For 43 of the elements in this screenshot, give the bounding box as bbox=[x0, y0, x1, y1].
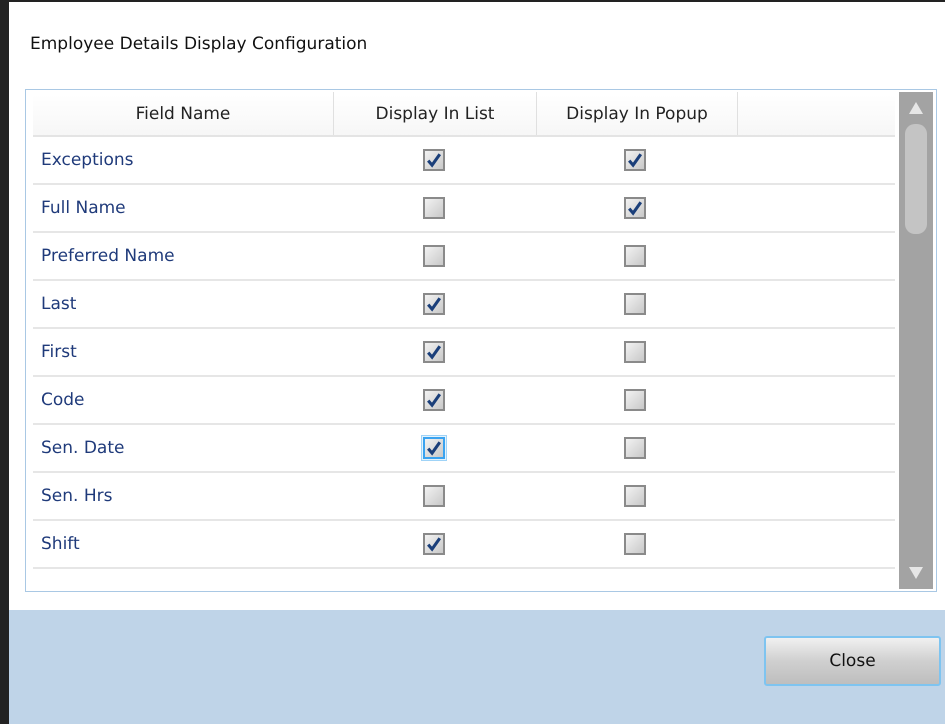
check-icon bbox=[626, 151, 644, 169]
checkbox[interactable] bbox=[423, 485, 445, 507]
scroll-thumb[interactable] bbox=[905, 124, 927, 234]
check-icon bbox=[425, 343, 443, 361]
checkbox[interactable] bbox=[624, 245, 646, 267]
field-name: Sen. Hrs bbox=[41, 486, 112, 506]
checkbox[interactable] bbox=[624, 389, 646, 411]
field-name: Shift bbox=[41, 534, 80, 554]
field-name: Full Name bbox=[41, 198, 126, 218]
check-icon bbox=[626, 199, 644, 217]
scrollbar[interactable] bbox=[899, 92, 933, 589]
field-name: First bbox=[41, 342, 77, 362]
field-name: Exceptions bbox=[41, 150, 134, 170]
checkbox[interactable] bbox=[423, 245, 445, 267]
checkbox[interactable] bbox=[624, 149, 646, 171]
field-name: Sen. Date bbox=[41, 438, 124, 458]
column-header[interactable]: Display In List bbox=[334, 92, 537, 135]
column-header[interactable]: Field Name bbox=[33, 92, 334, 135]
check-icon bbox=[425, 439, 443, 457]
field-name: Last bbox=[41, 294, 76, 314]
checkbox[interactable] bbox=[423, 533, 445, 555]
checkbox[interactable] bbox=[423, 389, 445, 411]
checkbox[interactable] bbox=[624, 485, 646, 507]
check-icon bbox=[425, 391, 443, 409]
check-icon bbox=[425, 535, 443, 553]
checkbox[interactable] bbox=[423, 341, 445, 363]
checkbox[interactable] bbox=[624, 437, 646, 459]
checkbox[interactable] bbox=[624, 293, 646, 315]
checkbox[interactable] bbox=[423, 293, 445, 315]
scroll-down-icon[interactable] bbox=[906, 565, 926, 581]
column-header[interactable]: Display In Popup bbox=[537, 92, 738, 135]
checkbox[interactable] bbox=[624, 197, 646, 219]
field-name: Code bbox=[41, 390, 85, 410]
checkbox[interactable] bbox=[423, 149, 445, 171]
checkbox[interactable] bbox=[624, 533, 646, 555]
checkbox[interactable] bbox=[423, 197, 445, 219]
window-title: Employee Details Display Configuration bbox=[30, 34, 368, 56]
check-icon bbox=[425, 151, 443, 169]
field-name: Preferred Name bbox=[41, 246, 175, 266]
checkbox[interactable] bbox=[624, 341, 646, 363]
close-button[interactable]: Close bbox=[764, 636, 941, 686]
check-icon bbox=[425, 295, 443, 313]
scroll-up-icon[interactable] bbox=[906, 100, 926, 116]
